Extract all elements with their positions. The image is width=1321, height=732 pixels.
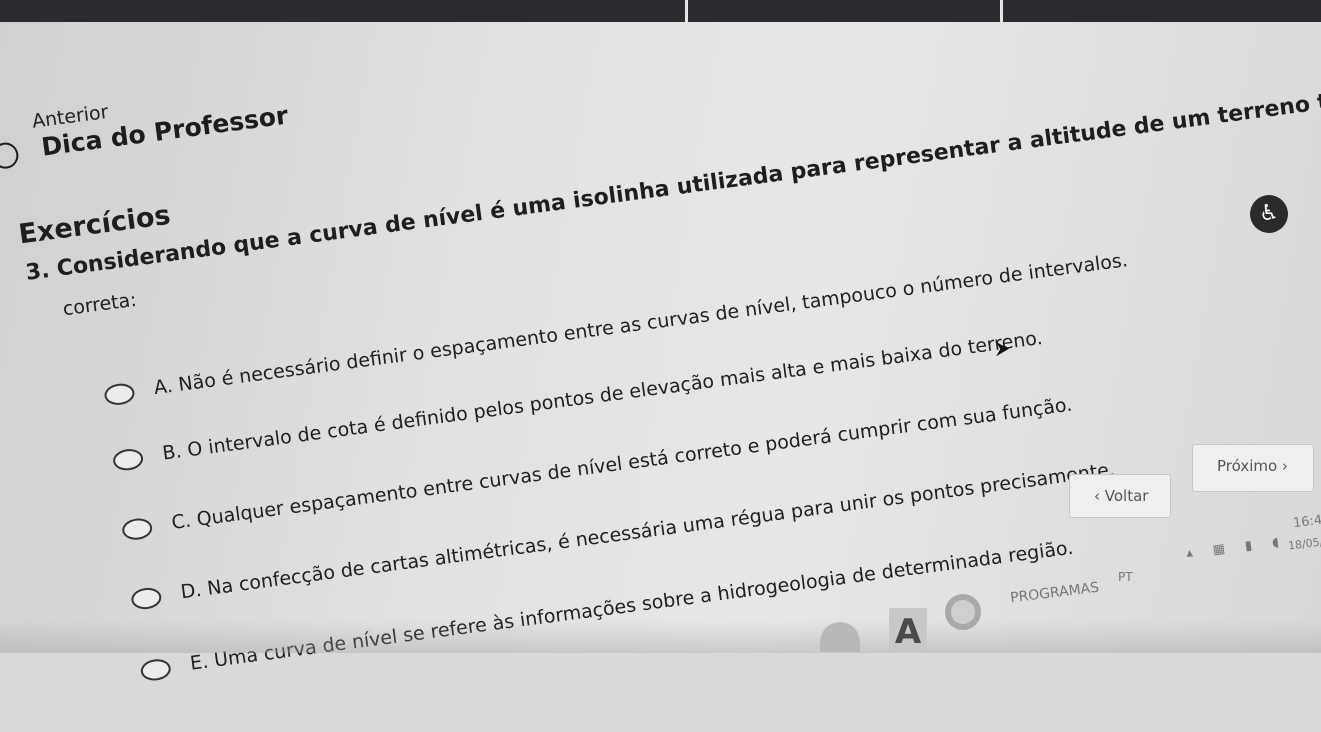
accessibility-icon[interactable]: ♿ (1250, 195, 1288, 233)
next-button[interactable]: Próximo › (1192, 444, 1314, 492)
option-label: B. O intervalo de cota é definido pelos … (161, 326, 1044, 465)
radio-button[interactable] (111, 447, 145, 473)
option-a[interactable]: A. Não é necessário definir o espaçament… (103, 249, 1129, 414)
back-button-label: ‹ Voltar (1094, 487, 1149, 505)
section-title: Exercícios (16, 199, 173, 251)
cursor-icon: ⮞ (996, 338, 1010, 359)
option-label: C. Qualquer espaçamento entre curvas de … (170, 393, 1074, 534)
option-label: E. Uma curva de nível se refere às infor… (188, 536, 1075, 675)
option-d[interactable]: D. Na confecção de cartas altimétricas, … (130, 459, 1116, 618)
question-continuation: correta: (61, 288, 138, 321)
back-circle-icon[interactable] (0, 141, 20, 171)
option-c[interactable]: C. Qualquer espaçamento entre curvas de … (120, 394, 1073, 549)
radio-button[interactable] (139, 657, 173, 683)
radio-button[interactable] (103, 381, 136, 407)
content-area: Anterior Dica do Professor Exercícios 3.… (0, 0, 1321, 731)
question-text: 3. Considerando que a curva de nível é u… (24, 0, 1321, 286)
back-button[interactable]: ‹ Voltar (1069, 474, 1171, 518)
option-label: D. Na confecção de cartas altimétricas, … (179, 458, 1117, 604)
screen: Anterior Dica do Professor Exercícios 3.… (0, 0, 1321, 683)
option-b[interactable]: B. O intervalo de cota é definido pelos … (111, 327, 1044, 479)
option-label: A. Não é necessário definir o espaçament… (152, 249, 1130, 400)
next-button-label: Próximo › (1217, 457, 1288, 475)
radio-button[interactable] (120, 516, 154, 542)
option-e[interactable]: E. Uma curva de nível se refere às infor… (139, 537, 1074, 689)
radio-button[interactable] (130, 586, 163, 611)
